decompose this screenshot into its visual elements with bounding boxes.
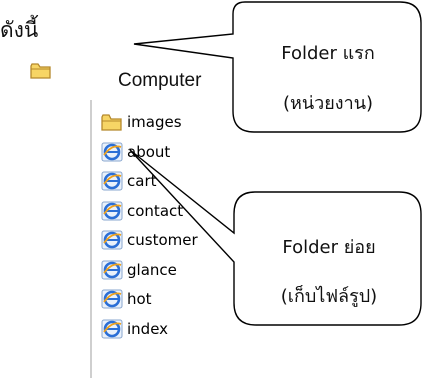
diagram-canvas: ดังนี้ Computer images about cart contact cu… — [0, 0, 426, 382]
callout-sub-line2: (เก็บไฟล์รูป) — [280, 286, 378, 307]
callout-first-line1: Folder แรก — [281, 43, 375, 64]
callout-first-line2: (หน่วยงาน) — [282, 93, 374, 114]
callout-sub-line1: Folder ย่อย — [282, 237, 376, 258]
